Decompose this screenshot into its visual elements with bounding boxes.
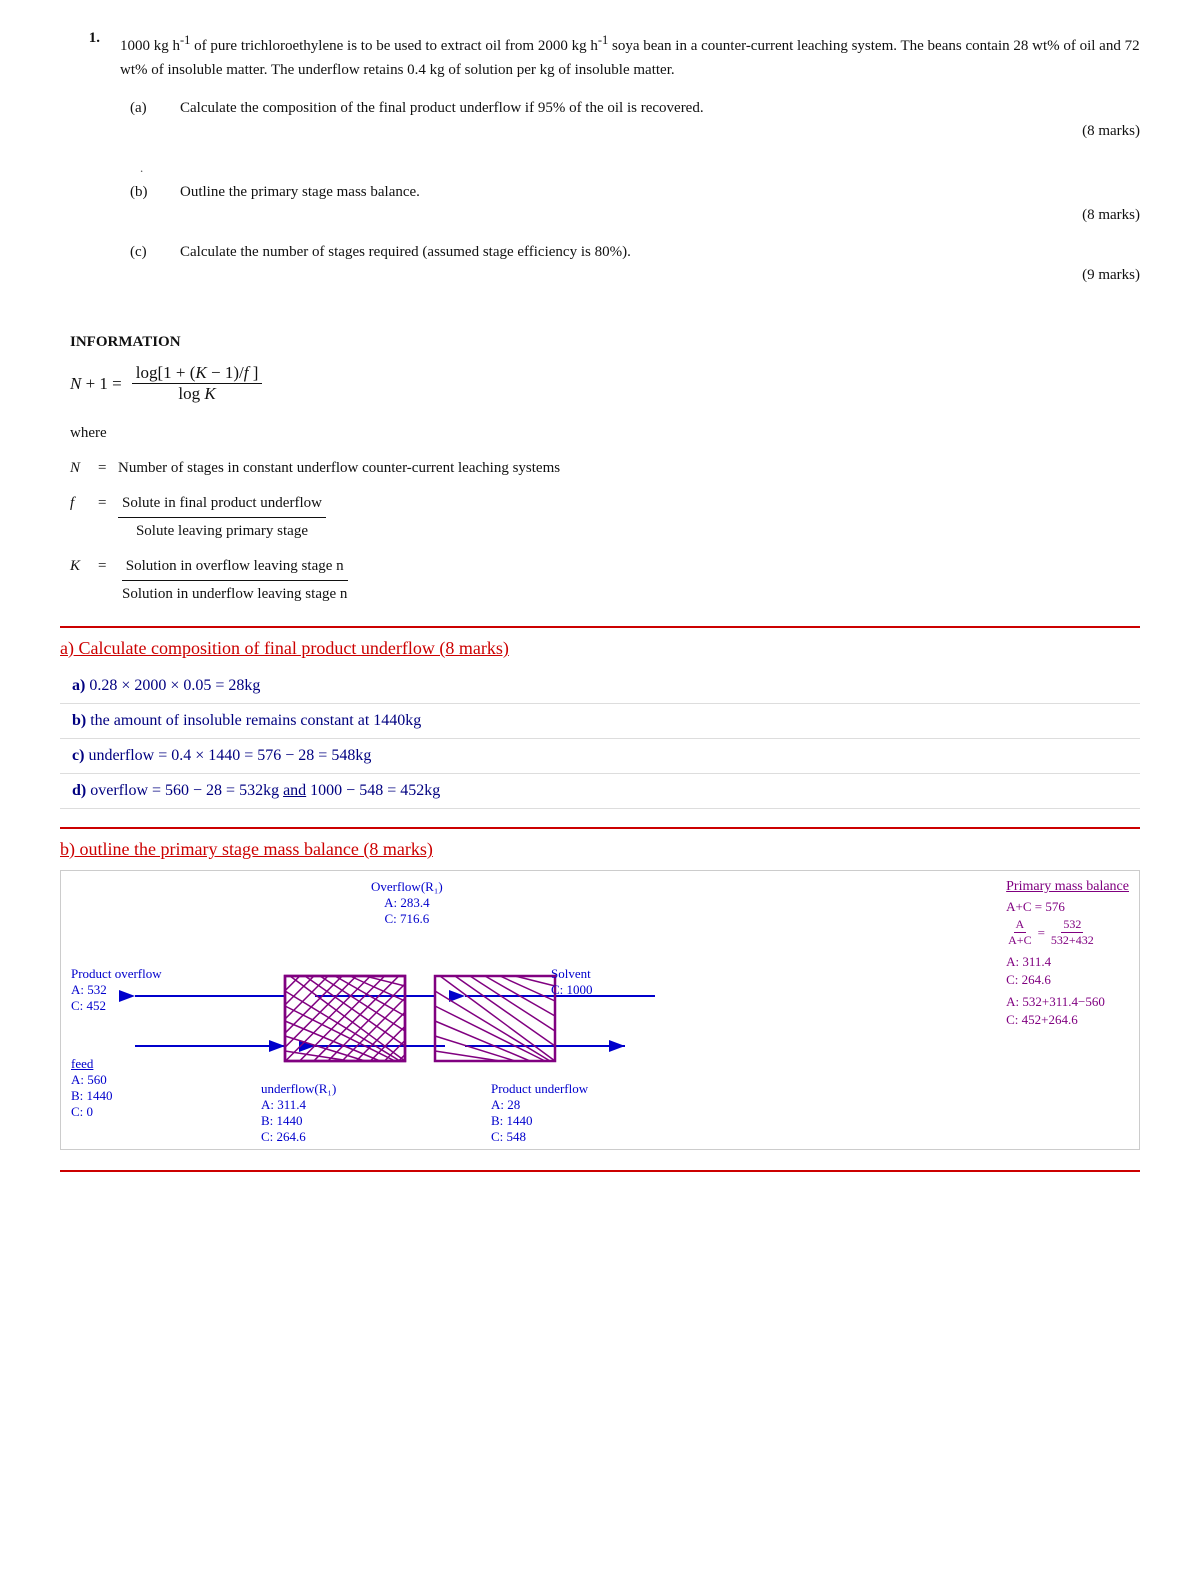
def-f-numer: Solute in final product underflow xyxy=(118,490,326,518)
underflow-label: underflow(R₁) xyxy=(261,1081,336,1097)
def-k-text: Solution in overflow leaving stage n Sol… xyxy=(118,553,1140,608)
hw-line-b: b) the amount of insoluble remains const… xyxy=(60,704,1140,739)
def-k: K = Solution in overflow leaving stage n… xyxy=(70,553,1140,608)
hw-line-a-text: 0.28 × 2000 × 0.05 = 28kg xyxy=(89,677,260,694)
def-n-eq: = xyxy=(98,455,110,482)
sub-body-c: Calculate the number of stages required … xyxy=(180,244,1140,290)
product-underflow-a: A: 28 xyxy=(491,1097,588,1113)
feed-label: feed xyxy=(71,1056,113,1072)
section-b-heading: b) outline the primary stage mass balanc… xyxy=(60,839,1140,860)
product-overflow-a: A: 532 xyxy=(71,982,162,998)
overflow-c: C: 716.6 xyxy=(371,911,443,927)
sub-body-b: Outline the primary stage mass balance. … xyxy=(180,184,1140,230)
marks-a: (8 marks) xyxy=(180,123,1140,140)
marks-c: (9 marks) xyxy=(180,267,1140,284)
question-block: 1. 1000 kg h-1 of pure trichloroethylene… xyxy=(60,30,1140,304)
overflow-a: A: 283.4 xyxy=(371,895,443,911)
pmb-A: A: 311.4 xyxy=(1006,954,1129,970)
where-section: where N = Number of stages in constant u… xyxy=(70,420,1140,608)
solvent-block: Solvent C: 1000 xyxy=(551,966,593,998)
def-n-text: Number of stages in constant underflow c… xyxy=(118,455,1140,482)
def-f-symbol: f xyxy=(70,490,90,517)
underflow-c: C: 264.6 xyxy=(261,1129,336,1145)
marks-b: (8 marks) xyxy=(180,207,1140,224)
pmb-fraction: A A+C xyxy=(1006,917,1033,948)
pmb-C: C: 264.6 xyxy=(1006,972,1129,988)
feed-c: C: 0 xyxy=(71,1104,113,1120)
def-f-eq: = xyxy=(98,490,110,517)
red-divider-1 xyxy=(60,626,1140,628)
underflow-block: underflow(R₁) A: 311.4 B: 1440 C: 264.6 xyxy=(261,1081,336,1145)
info-title: INFORMATION xyxy=(70,334,1140,351)
sub-label-c: (c) xyxy=(130,244,160,290)
def-n: N = Number of stages in constant underfl… xyxy=(70,455,1140,482)
red-divider-2 xyxy=(60,827,1140,829)
question-number: 1. xyxy=(60,30,100,304)
def-n-symbol: N xyxy=(70,455,90,482)
def-f-denom: Solute leaving primary stage xyxy=(132,518,312,545)
solvent-label: Solvent xyxy=(551,966,593,982)
sub-question-c: (c) Calculate the number of stages requi… xyxy=(130,244,1140,290)
solvent-c: C: 1000 xyxy=(551,982,593,998)
information-section: INFORMATION N + 1 = log[1 + (K − 1)/f ] … xyxy=(70,334,1140,608)
product-overflow-c: C: 452 xyxy=(71,998,162,1014)
def-k-fraction: Solution in overflow leaving stage n Sol… xyxy=(118,553,351,608)
hw-line-d-text: overflow = 560 − 28 = 532kg and 1000 − 5… xyxy=(90,782,440,799)
def-k-denom: Solution in underflow leaving stage n xyxy=(118,581,351,608)
product-overflow-label: Product overflow xyxy=(71,966,162,982)
pmb-C2: C: 452+264.6 xyxy=(1006,1012,1129,1028)
hw-line-b-text: the amount of insoluble remains constant… xyxy=(90,712,421,729)
overflow-label: Overflow(R₁) xyxy=(371,879,443,895)
formula-denom: log K xyxy=(174,384,219,404)
feed-block: feed A: 560 B: 1440 C: 0 xyxy=(71,1056,113,1120)
question-text: 1000 kg h-1 of pure trichloroethylene is… xyxy=(120,30,1140,82)
hw-line-c-text: underflow = 0.4 × 1440 = 576 − 28 = 548k… xyxy=(88,747,371,764)
pmb-A2: A: 532+311.4−560 xyxy=(1006,994,1129,1010)
product-underflow-c: C: 548 xyxy=(491,1129,588,1145)
pmb-fraction2: 532 532+432 xyxy=(1049,917,1096,948)
sub-label-a: (a) xyxy=(130,100,160,146)
diagram-area: Overflow(R₁) A: 283.4 C: 716.6 Primary m… xyxy=(60,870,1140,1150)
question-body: 1000 kg h-1 of pure trichloroethylene is… xyxy=(120,30,1140,304)
def-k-eq: = xyxy=(98,553,110,580)
underflow-b: B: 1440 xyxy=(261,1113,336,1129)
formula-block: N + 1 = log[1 + (K − 1)/f ] log K xyxy=(70,363,1140,404)
hw-line-a: a) 0.28 × 2000 × 0.05 = 28kg xyxy=(60,669,1140,704)
feed-a: A: 560 xyxy=(71,1072,113,1088)
product-underflow-label: Product underflow xyxy=(491,1081,588,1097)
process-diagram-svg xyxy=(75,931,755,1131)
pmb-line2: A A+C = 532 532+432 xyxy=(1006,917,1129,948)
sub-text-b: Outline the primary stage mass balance. xyxy=(180,184,1140,201)
pmb-title: Primary mass balance xyxy=(1006,879,1129,895)
pmb-line1: A+C = 576 xyxy=(1006,899,1129,915)
product-underflow-block: Product underflow A: 28 B: 1440 C: 548 xyxy=(491,1081,588,1145)
sub-body-a: Calculate the composition of the final p… xyxy=(180,100,1140,146)
sub-text-a: Calculate the composition of the final p… xyxy=(180,100,1140,117)
red-divider-3 xyxy=(60,1170,1140,1172)
hw-line-c: c) underflow = 0.4 × 1440 = 576 − 28 = 5… xyxy=(60,739,1140,774)
where-label: where xyxy=(70,420,1140,447)
underflow-a: A: 311.4 xyxy=(261,1097,336,1113)
sub-text-c: Calculate the number of stages required … xyxy=(180,244,1140,261)
product-underflow-b: B: 1440 xyxy=(491,1113,588,1129)
sub-label-b: (b) xyxy=(130,184,160,230)
primary-mass-balance: Primary mass balance A+C = 576 A A+C = 5… xyxy=(1006,879,1129,1030)
def-k-numer: Solution in overflow leaving stage n xyxy=(122,553,348,581)
overflow-r1-label: Overflow(R₁) A: 283.4 C: 716.6 xyxy=(371,879,443,927)
formula-numer: log[1 + (K − 1)/f ] xyxy=(132,363,263,384)
section-a-heading: a) Calculate composition of final produc… xyxy=(60,638,1140,659)
product-overflow-block: Product overflow A: 532 C: 452 xyxy=(71,966,162,1014)
hw-line-d: d) overflow = 560 − 28 = 532kg and 1000 … xyxy=(60,774,1140,809)
def-f-text: Solute in final product underflow Solute… xyxy=(118,490,1140,545)
def-k-symbol: K xyxy=(70,553,90,580)
formula-lhs: N + 1 = xyxy=(70,374,122,394)
sub-question-b: (b) Outline the primary stage mass balan… xyxy=(130,184,1140,230)
def-f-fraction: Solute in final product underflow Solute… xyxy=(118,490,326,545)
dot-marker: . xyxy=(140,160,1140,176)
feed-b: B: 1440 xyxy=(71,1088,113,1104)
def-f: f = Solute in final product underflow So… xyxy=(70,490,1140,545)
sub-question-a: (a) Calculate the composition of the fin… xyxy=(130,100,1140,146)
formula-fraction: log[1 + (K − 1)/f ] log K xyxy=(132,363,263,404)
